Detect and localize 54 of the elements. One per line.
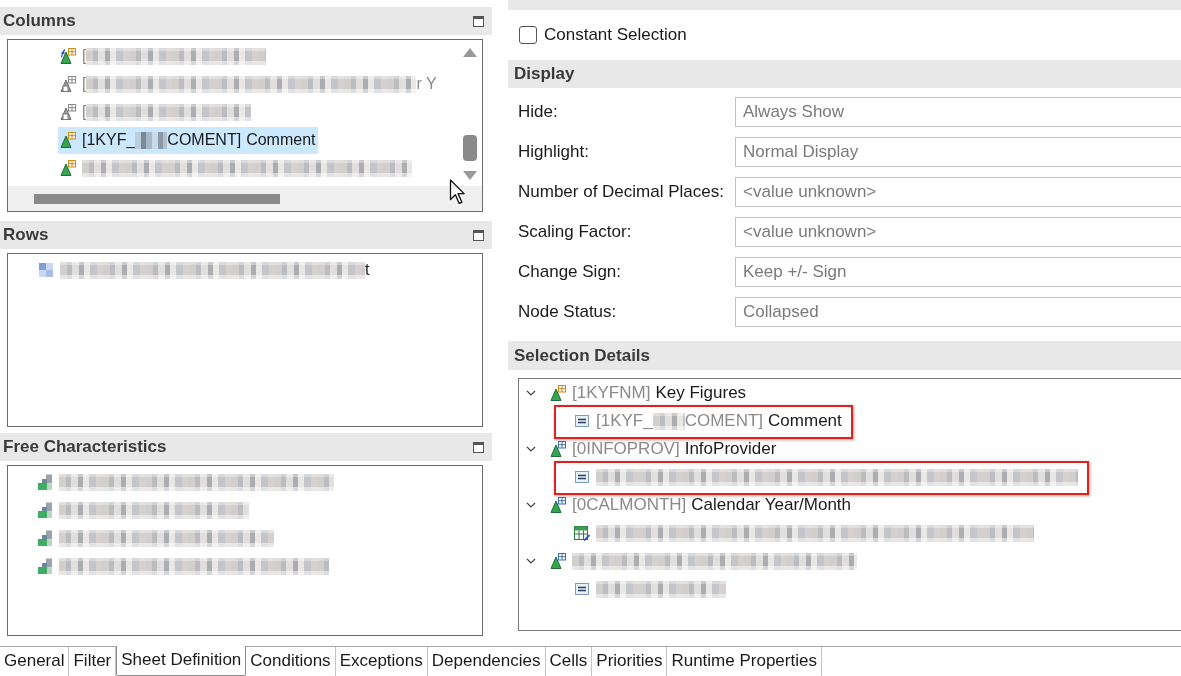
checkbox[interactable] [519,26,537,44]
maximize-icon[interactable] [473,15,484,27]
tree-item[interactable]: [0INFOPROV] InfoProvider [548,435,779,463]
triangle-table-icon [550,553,566,569]
list-item-icon [574,413,590,429]
field-label: Scaling Factor: [518,222,633,242]
chevron-down-icon[interactable] [526,556,536,566]
triangle-table-icon [60,76,76,92]
triangle-table-icon [60,160,76,176]
checkbox-label[interactable]: Constant Selection [544,25,687,45]
tab[interactable]: Sheet Definition [116,646,247,676]
triangle-table-icon [60,104,76,120]
tree-item[interactable]: [1KYF_ COMENT] Comment [572,407,844,435]
maximize-icon[interactable] [473,441,484,453]
maximize-icon[interactable] [473,229,484,241]
tree-item[interactable]: t [36,256,372,284]
triangle-table-icon [60,132,76,148]
bar-blocks-icon [37,502,53,518]
panel-title: Columns [3,11,76,31]
triangle-table-icon [550,385,566,401]
tree-item[interactable]: [0CALMONTH] Calendar Year/Month [548,491,854,519]
tree-item[interactable]: [ r Y [58,70,439,98]
scroll-up-icon[interactable] [463,48,477,57]
tree-item[interactable]: [1KYFNM] Key Figures [548,379,749,407]
panel-title: Free Characteristics [3,437,167,457]
field-label: Highlight: [518,142,590,162]
tree-item[interactable]: [ [58,42,269,70]
scroll-down-icon[interactable] [463,171,477,180]
list-item-icon [574,469,590,485]
spreadsheet-icon [574,525,590,541]
chevron-down-icon[interactable] [526,500,536,510]
field-label: Change Sign: [518,262,623,282]
field-label: Hide: [518,102,559,122]
bar-blocks-icon [37,530,53,546]
tree-item[interactable]: [1KYF_ COMENT] Comment [58,126,318,154]
scrollbar-thumb[interactable] [463,135,477,161]
triangle-table-icon [550,441,566,457]
chevron-down-icon[interactable] [526,444,536,454]
triangle-table-icon [550,497,566,513]
bar-blocks-icon [37,558,53,574]
chevron-down-icon[interactable] [526,388,536,398]
panel-title: Rows [3,225,49,245]
section-header: Selection Details [508,341,1181,370]
scrollbar-thumb[interactable] [34,193,280,204]
tree-item[interactable]: [ [58,98,254,126]
scrollbar-track[interactable] [8,186,482,211]
field-label: Node Status: [518,302,618,322]
list-item-icon [574,581,590,597]
formula-triangle-icon [60,48,76,64]
field-label: Number of Decimal Places: [518,182,725,202]
section-header: Display [508,60,1181,88]
grid-icon [38,262,54,278]
bar-blocks-icon [37,474,53,490]
mouse-pointer-icon [449,179,465,205]
